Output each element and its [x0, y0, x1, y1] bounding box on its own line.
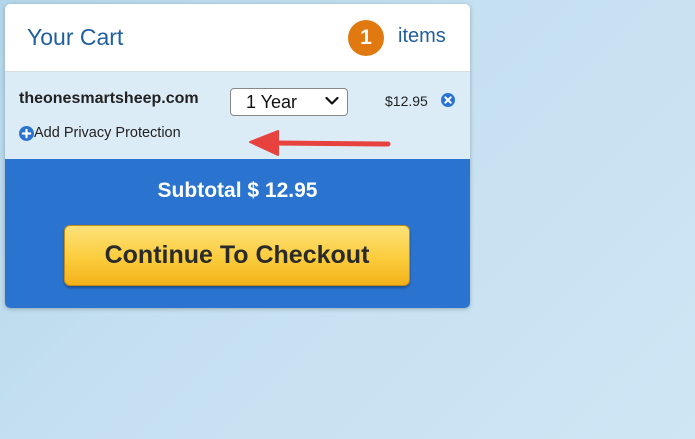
- subtotal: Subtotal $ 12.95: [157, 179, 318, 202]
- cart-panel: Your Cart 1 items theonesmartsheep.com 1…: [5, 4, 470, 308]
- item-count-badge: 1: [348, 20, 384, 56]
- term-selected-value: 1 Year: [246, 92, 298, 112]
- items-label: items: [398, 25, 446, 47]
- continue-to-checkout-button[interactable]: Continue To Checkout: [64, 225, 410, 286]
- cart-title: Your Cart: [27, 24, 124, 50]
- checkout-section: Subtotal $ 12.95 Continue To Checkout: [5, 159, 470, 308]
- cart-header: Your Cart 1 items: [5, 4, 470, 72]
- item-price: $12.95: [385, 93, 428, 109]
- privacy-label: Add Privacy Protection: [34, 125, 181, 141]
- remove-circle-icon[interactable]: [441, 93, 455, 107]
- add-privacy-protection-link[interactable]: Add Privacy Protection: [19, 122, 181, 144]
- plus-circle-icon: [19, 125, 34, 141]
- domain-name: theonesmartsheep.com: [19, 90, 199, 107]
- chevron-down-icon: [325, 96, 339, 105]
- term-select[interactable]: 1 Year: [230, 88, 348, 116]
- cart-line-item: theonesmartsheep.com 1 Year $12.95 Add P…: [5, 72, 470, 159]
